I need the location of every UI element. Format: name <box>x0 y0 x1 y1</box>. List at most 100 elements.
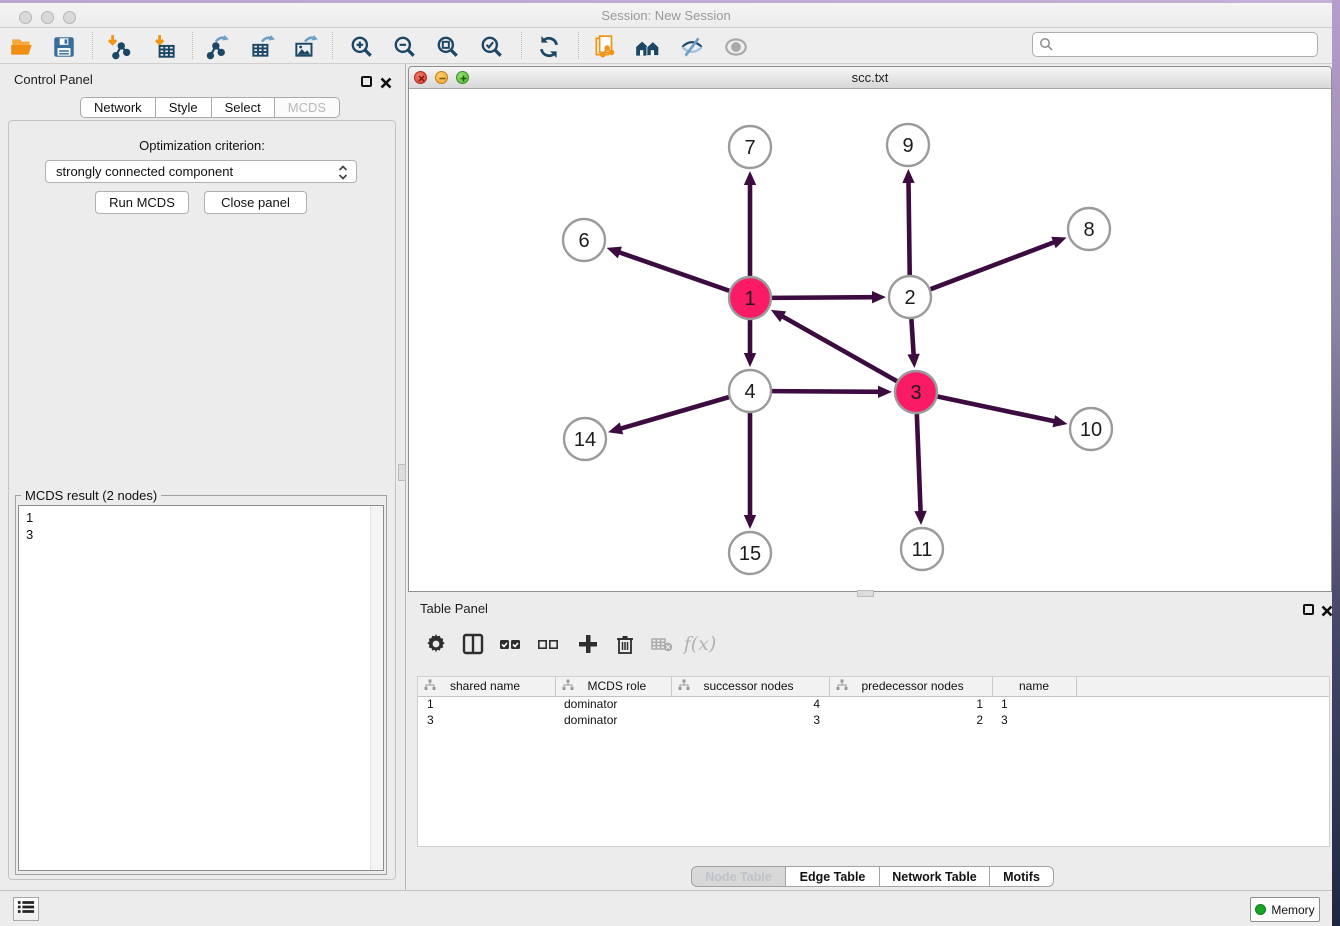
graph-edge-3-1[interactable] <box>781 316 897 381</box>
zoom-in-icon[interactable] <box>348 33 376 61</box>
run-mcds-button[interactable]: Run MCDS <box>95 191 189 214</box>
search-input[interactable] <box>1032 32 1318 57</box>
column-header-predecessor-nodes[interactable]: predecessor nodes <box>829 677 992 696</box>
node-table[interactable]: shared name MCDS role successor nodes pr… <box>417 676 1330 847</box>
column-edit-icon <box>562 679 574 694</box>
status-bar: Memory <box>0 890 1332 926</box>
table-cell: 1 <box>992 696 1076 712</box>
graph-node-label: 9 <box>902 135 913 157</box>
list-icon <box>17 899 35 920</box>
add-column-icon[interactable] <box>574 630 602 658</box>
graph-node-label: 3 <box>910 382 921 404</box>
graph-edge-arrowhead <box>902 169 914 183</box>
table-row[interactable]: 3dominator323 <box>418 712 1330 728</box>
save-session-icon[interactable] <box>50 33 78 61</box>
home-icon[interactable] <box>634 33 662 61</box>
horizontal-splitter-grip[interactable] <box>857 590 874 597</box>
toolbar-separator <box>521 32 522 59</box>
graph-edge-arrowhead <box>907 354 919 368</box>
close-panel-button[interactable]: Close panel <box>204 191 307 214</box>
graph-edge-4-3[interactable] <box>772 391 880 392</box>
graph-node-label: 10 <box>1080 419 1102 441</box>
search-box <box>1032 32 1318 57</box>
graph-edge-arrowhead <box>872 291 886 303</box>
zoom-fit-icon[interactable] <box>434 33 462 61</box>
float-panel-icon[interactable] <box>361 76 372 87</box>
graph-edge-3-11[interactable] <box>917 414 921 513</box>
hide-graphics-details-icon[interactable] <box>678 33 706 61</box>
export-image-icon[interactable] <box>291 33 319 61</box>
table-panel: Table Panel <box>408 597 1332 890</box>
delete-table-icon[interactable] <box>648 630 676 658</box>
select-all-icon[interactable] <box>496 630 524 658</box>
column-header-shared-name[interactable]: shared name <box>418 677 555 696</box>
fx-label: f(x) <box>684 633 717 655</box>
network-window-titlebar[interactable]: scc.txt <box>409 67 1331 89</box>
network-window-title: scc.txt <box>409 70 1331 85</box>
desktop-edge-right <box>1332 0 1340 926</box>
deselect-all-icon[interactable] <box>534 630 562 658</box>
mcds-result-area: 13 <box>18 505 384 871</box>
zoom-selected-icon[interactable] <box>478 33 506 61</box>
graph-edge-arrowhead <box>744 515 756 529</box>
column-header-name[interactable]: name <box>992 677 1076 696</box>
open-session-icon[interactable] <box>8 33 36 61</box>
zoom-out-icon[interactable] <box>391 33 419 61</box>
main-titlebar: Session: New Session <box>0 3 1332 28</box>
graph-edge-2-8[interactable] <box>931 242 1056 289</box>
search-icon <box>1039 37 1053 56</box>
graph-edge-4-14[interactable] <box>620 397 729 429</box>
result-scrollbar[interactable] <box>370 506 383 870</box>
export-network-icon[interactable] <box>204 33 232 61</box>
tab-mcds[interactable]: MCDS <box>275 97 340 118</box>
graph-node-label: 8 <box>1083 219 1094 241</box>
select-stepper-icon <box>336 164 350 184</box>
refresh-view-icon[interactable] <box>535 33 563 61</box>
vertical-splitter-grip[interactable] <box>398 464 406 481</box>
graph-node-label: 7 <box>744 137 755 159</box>
tab-style[interactable]: Style <box>156 97 212 118</box>
graph-edge-1-6[interactable] <box>618 252 729 291</box>
graph-edge-1-2[interactable] <box>772 297 874 298</box>
network-canvas[interactable]: 7968124314101511 <box>409 89 1331 591</box>
tab-node-table[interactable]: Node Table <box>691 866 786 887</box>
task-history-button[interactable] <box>13 897 39 921</box>
function-builder-icon[interactable]: f(x) <box>686 630 714 658</box>
toolbar-separator <box>92 32 93 59</box>
tab-network[interactable]: Network <box>80 97 156 118</box>
export-table-icon[interactable] <box>248 33 276 61</box>
control-panel: Control Panel Network Style Select MCDS … <box>0 64 405 890</box>
graph-node-label: 4 <box>744 381 755 403</box>
graph-edge-arrowhead <box>1051 237 1066 249</box>
tab-motifs[interactable]: Motifs <box>990 866 1054 887</box>
import-network-icon[interactable] <box>104 33 132 61</box>
graph-edge-2-3[interactable] <box>911 319 913 356</box>
import-table-icon[interactable] <box>151 33 179 61</box>
graph-edge-2-9[interactable] <box>908 181 909 275</box>
column-header-successor-nodes[interactable]: successor nodes <box>671 677 829 696</box>
show-graphics-details-icon[interactable] <box>722 33 750 61</box>
mcds-result-box: MCDS result (2 nodes) 13 <box>15 495 387 875</box>
close-panel-icon[interactable] <box>380 76 392 88</box>
clone-network-icon[interactable] <box>591 33 619 61</box>
table-row[interactable]: 1dominator411 <box>418 696 1330 712</box>
table-settings-gear-icon[interactable] <box>422 630 450 658</box>
memory-button[interactable]: Memory <box>1250 897 1320 922</box>
tab-select[interactable]: Select <box>212 97 275 118</box>
column-header-mcds-role[interactable]: MCDS role <box>555 677 671 696</box>
table-cell: 3 <box>671 712 829 728</box>
column-panel-icon[interactable] <box>459 630 487 658</box>
graph-edge-arrowhead <box>744 171 756 185</box>
graph-node-label: 2 <box>904 287 915 309</box>
graph-node-label: 6 <box>578 230 589 252</box>
toolbar-separator <box>192 32 193 59</box>
tab-edge-table[interactable]: Edge Table <box>786 866 880 887</box>
graph-edge-arrowhead <box>607 247 622 259</box>
mcds-result-line: 3 <box>26 526 362 543</box>
delete-column-icon[interactable] <box>611 630 639 658</box>
optimization-criterion-select[interactable]: strongly connected component <box>45 160 357 183</box>
table-float-panel-icon[interactable] <box>1303 604 1314 615</box>
table-cell: 2 <box>829 712 992 728</box>
graph-edge-3-10[interactable] <box>938 397 1056 422</box>
tab-network-table[interactable]: Network Table <box>880 866 990 887</box>
